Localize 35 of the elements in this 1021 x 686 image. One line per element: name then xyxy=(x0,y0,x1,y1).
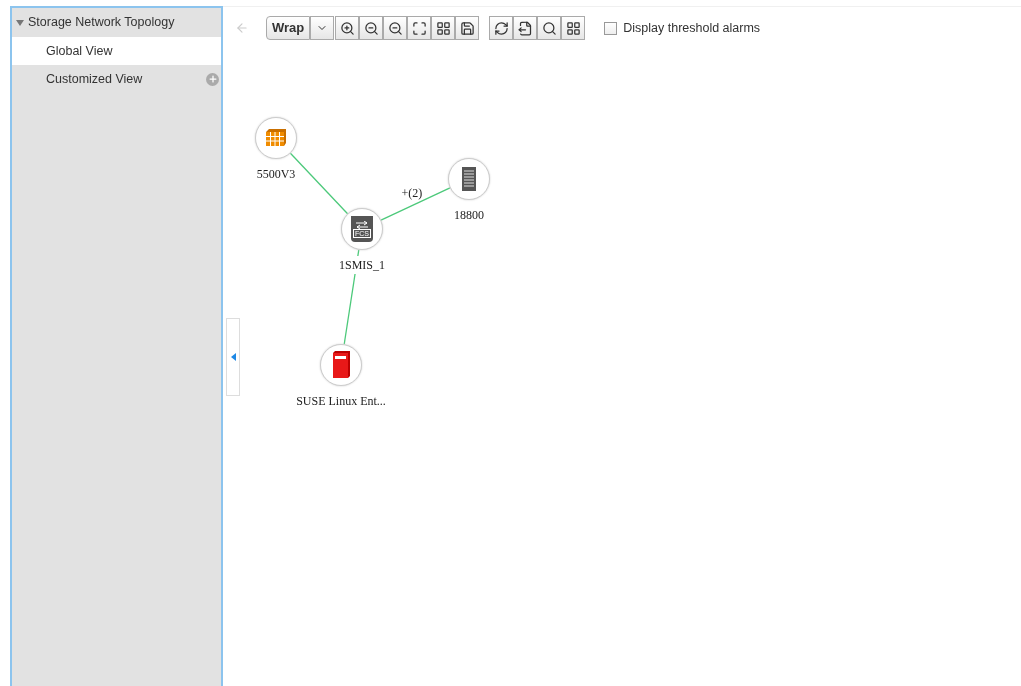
collapse-arrow-icon xyxy=(230,353,236,361)
topology-node[interactable] xyxy=(448,158,490,200)
zoom-out-button[interactable] xyxy=(359,16,384,40)
fit-to-screen-button[interactable] xyxy=(407,16,432,40)
search-button[interactable] xyxy=(537,16,562,40)
link-count-label: +(2) xyxy=(401,185,423,202)
layout-button[interactable] xyxy=(431,16,456,40)
tree-item[interactable]: Global View xyxy=(12,37,221,65)
refresh-icon xyxy=(493,20,509,36)
collapse-triangle-icon xyxy=(16,18,24,27)
topology-node[interactable] xyxy=(255,117,297,159)
save-button[interactable] xyxy=(455,16,480,40)
fit-to-screen-icon xyxy=(411,20,427,36)
search-icon xyxy=(541,20,557,36)
zoom-reset-button[interactable] xyxy=(383,16,408,40)
node-label: 1SMIS_1 xyxy=(337,256,387,274)
checkbox-label: Display threshold alarms xyxy=(623,19,761,37)
refresh-button[interactable] xyxy=(489,16,514,40)
collapse-handle[interactable] xyxy=(226,318,240,396)
wrap-button[interactable]: Wrap xyxy=(266,16,311,40)
server-icon xyxy=(461,166,477,192)
connector-line xyxy=(380,187,451,221)
host-computer-icon xyxy=(332,351,350,379)
checkbox[interactable] xyxy=(604,21,618,35)
zoom-out-icon xyxy=(363,20,379,36)
zoom-in-button[interactable] xyxy=(335,16,360,40)
export-button[interactable] xyxy=(513,16,538,40)
tree-title: Storage Network Topology xyxy=(28,14,175,32)
topology-node[interactable] xyxy=(320,344,362,386)
zoom-in-icon xyxy=(339,20,355,36)
tree-header[interactable]: Storage Network Topology xyxy=(12,8,221,37)
overview-button[interactable] xyxy=(561,16,586,40)
storage-array-icon xyxy=(265,129,287,147)
export-icon xyxy=(517,20,533,36)
save-icon xyxy=(459,20,475,36)
